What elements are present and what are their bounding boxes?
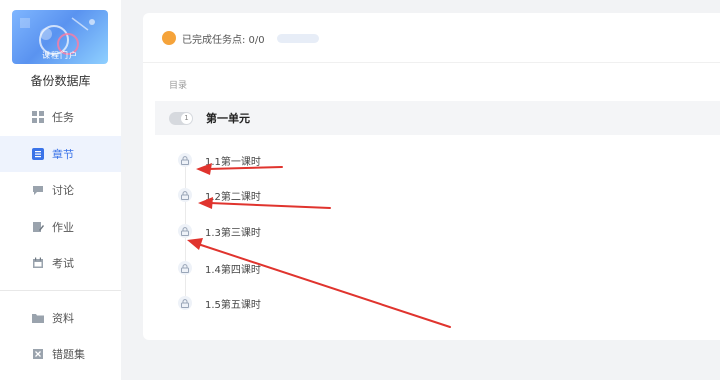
lesson-title: 1.1第一课时 <box>205 156 261 168</box>
sidebar-item-exam[interactable]: 考试 <box>0 245 121 281</box>
progress-text: 已完成任务点: 0/0 <box>182 34 265 46</box>
chat-icon <box>32 184 44 196</box>
list-icon <box>32 148 44 160</box>
course-thumbnail[interactable]: 课程门户 <box>12 10 108 64</box>
sidebar-item-label: 讨论 <box>52 184 74 197</box>
lesson-title: 1.4第四课时 <box>205 264 261 276</box>
course-thumbnail-label: 课程门户 <box>42 51 78 60</box>
lock-icon <box>178 153 192 167</box>
unit-collapse-toggle[interactable]: 1 <box>169 111 193 125</box>
lesson-item[interactable]: 1.2第二课时 <box>178 186 261 204</box>
task-progress: 已完成任务点: 0/0 <box>162 30 319 46</box>
sidebar-item-label: 考试 <box>52 257 74 270</box>
sidebar-item-label: 资料 <box>52 312 74 325</box>
sidebar-item-tasks[interactable]: 任务 <box>0 99 121 135</box>
sidebar-divider <box>0 290 121 291</box>
calendar-icon <box>32 257 44 269</box>
sidebar-item-label: 作业 <box>52 221 74 234</box>
lesson-item[interactable]: 1.5第五课时 <box>178 294 261 312</box>
sidebar-item-materials[interactable]: 资料 <box>0 300 121 336</box>
chapter-panel: 已完成任务点: 0/0 目录 1 第一单元 1.1第一课时 1.2第二课时 1.… <box>143 13 720 340</box>
unit-title: 第一单元 <box>206 112 250 125</box>
sidebar: 课程门户 备份数据库 任务 章节 讨论 作业 考试 资料 错题集 <box>0 0 121 380</box>
course-name: 备份数据库 <box>30 74 91 88</box>
lock-icon <box>178 261 192 275</box>
folder-icon <box>32 312 44 324</box>
sidebar-item-label: 章节 <box>52 148 74 161</box>
sidebar-item-discussion[interactable]: 讨论 <box>0 172 121 208</box>
progress-dot-icon <box>162 31 176 45</box>
card-divider <box>143 62 720 63</box>
sidebar-item-chapters[interactable]: 章节 <box>0 136 121 172</box>
book-icon <box>32 348 44 360</box>
lesson-item[interactable]: 1.1第一课时 <box>178 151 261 169</box>
lock-icon <box>178 188 192 202</box>
sidebar-item-label: 错题集 <box>52 348 85 361</box>
lock-icon <box>178 224 192 238</box>
unit-number: 1 <box>181 112 192 124</box>
sidebar-item-label: 任务 <box>52 111 74 124</box>
toc-label: 目录 <box>169 81 188 91</box>
sidebar-item-homework[interactable]: 作业 <box>0 209 121 245</box>
lesson-title: 1.2第二课时 <box>205 191 261 203</box>
grid-icon <box>32 111 44 123</box>
lesson-title: 1.3第三课时 <box>205 227 261 239</box>
unit-header[interactable]: 1 第一单元 <box>155 101 720 135</box>
progress-bar <box>276 33 319 43</box>
lesson-item[interactable]: 1.3第三课时 <box>178 222 261 240</box>
lock-icon <box>178 296 192 310</box>
edit-icon <box>32 221 44 233</box>
lesson-title: 1.5第五课时 <box>205 299 261 311</box>
lesson-item[interactable]: 1.4第四课时 <box>178 259 261 277</box>
sidebar-item-error-book[interactable]: 错题集 <box>0 336 121 372</box>
